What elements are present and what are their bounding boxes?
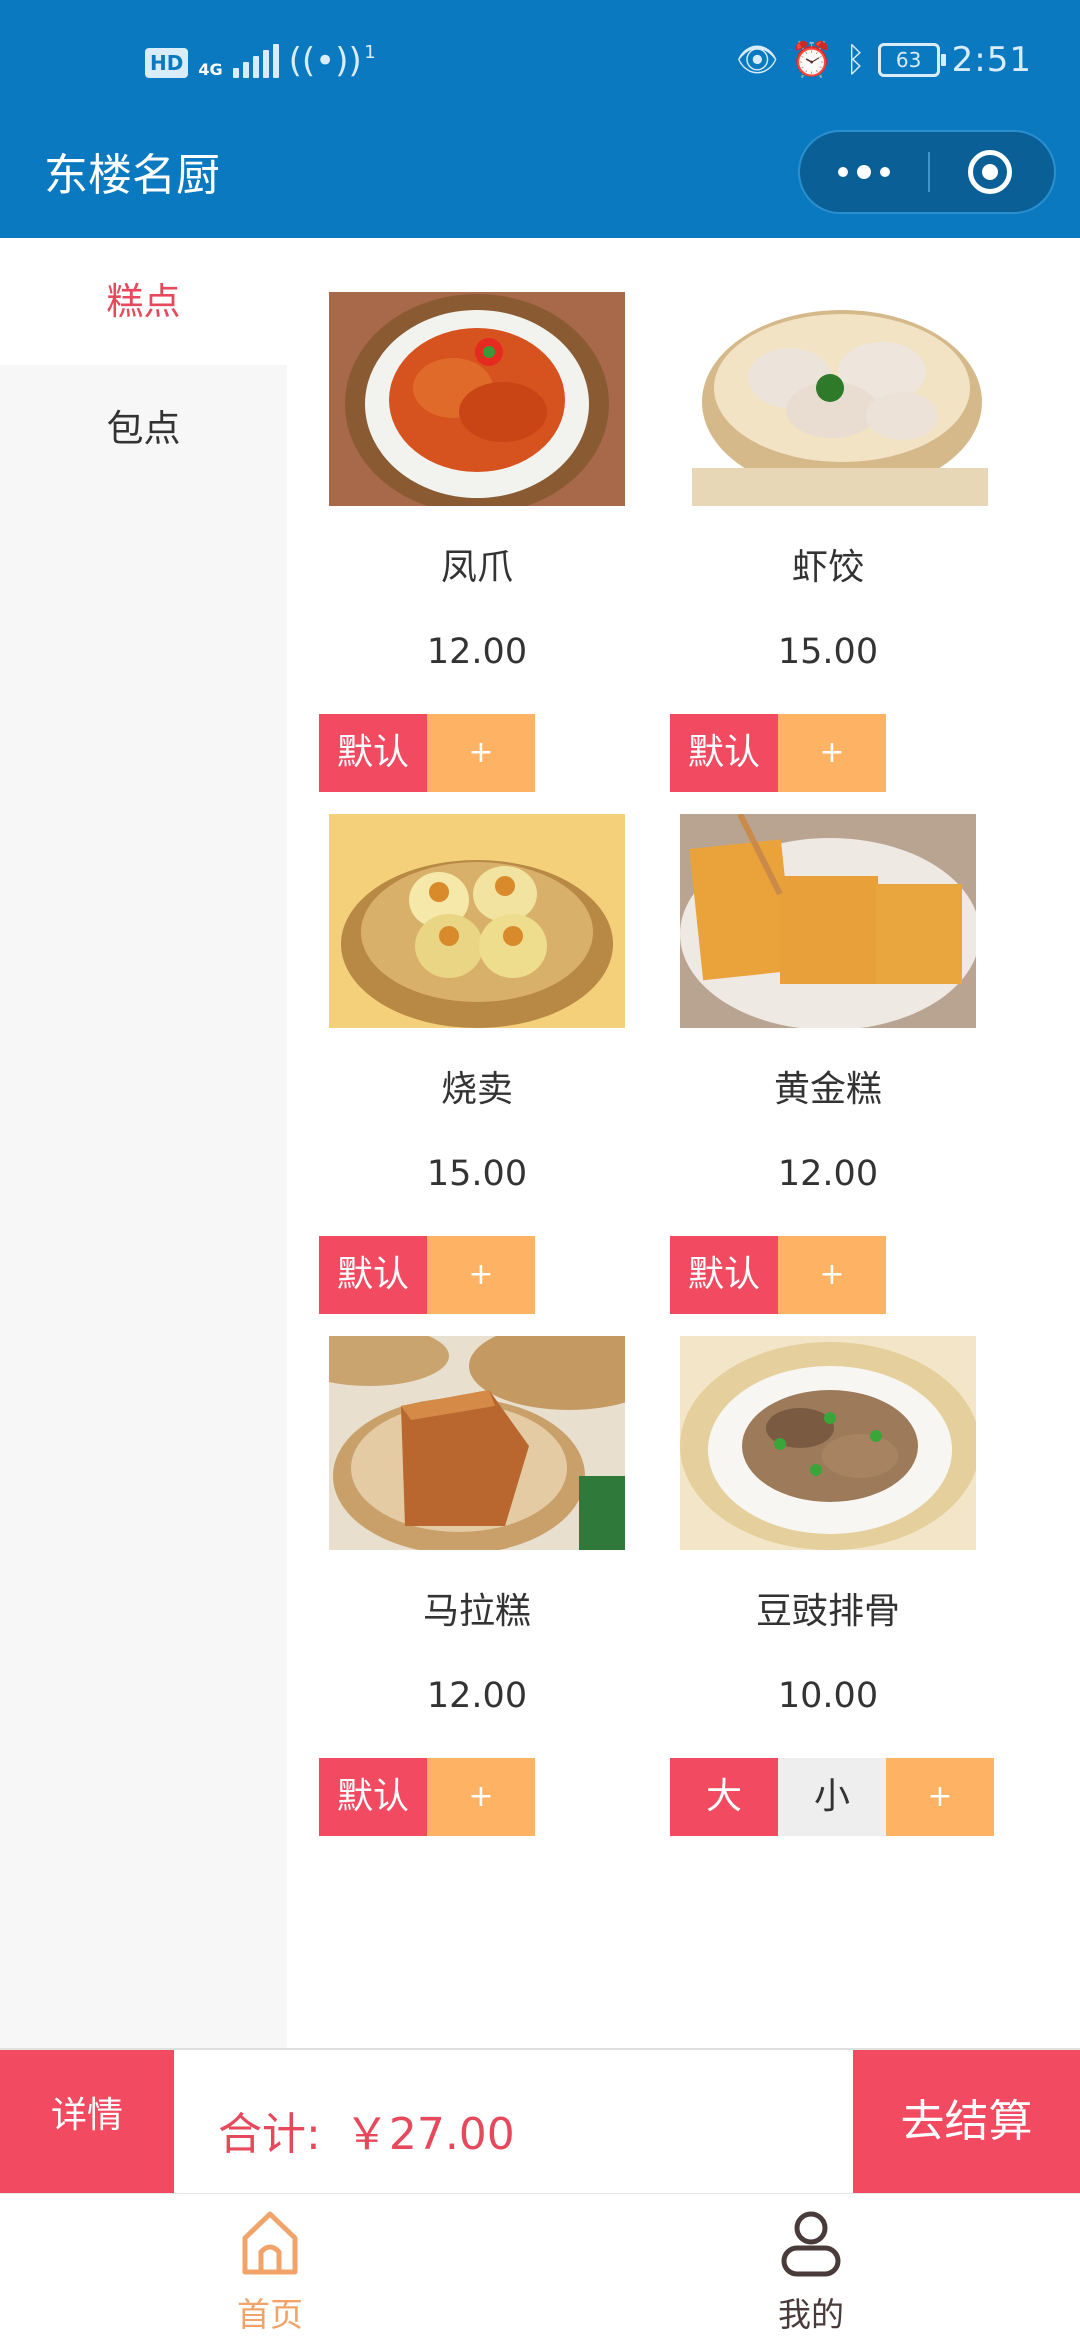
- add-to-cart-button[interactable]: +: [427, 714, 535, 792]
- more-dot-icon: [857, 165, 871, 179]
- home-icon: [242, 2211, 298, 2275]
- option-default-button[interactable]: 默认: [670, 714, 778, 792]
- detail-button[interactable]: 详情: [0, 2050, 174, 2193]
- product-image-malay-cake: [329, 1336, 625, 1550]
- close-target-icon[interactable]: [968, 150, 1012, 194]
- add-to-cart-button[interactable]: +: [427, 1236, 535, 1314]
- option-default-button[interactable]: 默认: [319, 1236, 427, 1314]
- tab-home-label: 首页: [237, 2295, 303, 2334]
- status-bar: HD 4G ((•)) 1 👁 ⏰ ᛒ 63 2:51: [0, 0, 1080, 135]
- product-price: 15.00: [426, 1154, 528, 1194]
- user-icon: [781, 2211, 841, 2277]
- status-right: 👁 ⏰ ᛒ 63 2:51: [736, 40, 1032, 80]
- option-default-button[interactable]: 默认: [319, 714, 427, 792]
- product-name: 凤爪: [440, 547, 513, 588]
- add-to-cart-button[interactable]: +: [886, 1758, 994, 1836]
- product-options: 默认 +: [670, 714, 886, 792]
- hotspot-count: 1: [364, 42, 376, 63]
- tab-bar: 首页 我的: [0, 2193, 1080, 2341]
- option-default-button[interactable]: 默认: [670, 1236, 778, 1314]
- checkout-button[interactable]: 去结算: [853, 2050, 1080, 2193]
- product-price: 12.00: [777, 1154, 879, 1194]
- add-to-cart-button[interactable]: +: [427, 1758, 535, 1836]
- hotspot-icon: ((•)) 1: [289, 42, 376, 78]
- option-default-button[interactable]: 默认: [319, 1758, 427, 1836]
- battery-indicator: 63: [877, 43, 946, 77]
- total-label: 合计:: [218, 2109, 321, 2160]
- product-image-spare-ribs: [680, 1336, 976, 1550]
- sidebar-item-cakes[interactable]: 糕点: [0, 238, 287, 365]
- product-card: 虾饺 15.00 默认 +: [670, 292, 1000, 812]
- product-image-chicken-feet: [329, 292, 625, 506]
- network-type: 4G: [198, 60, 223, 79]
- product-options: 大 小 +: [670, 1758, 994, 1836]
- sidebar-item-buns[interactable]: 包点: [0, 365, 287, 492]
- product-name: 马拉糕: [422, 1591, 531, 1632]
- product-options: 默认 +: [319, 714, 535, 792]
- product-options: 默认 +: [670, 1236, 886, 1314]
- product-card: 黄金糕 12.00 默认 +: [670, 814, 1000, 1334]
- clock: 2:51: [951, 40, 1032, 80]
- category-sidebar: 糕点 包点: [0, 238, 287, 2048]
- product-price: 12.00: [426, 632, 528, 672]
- tab-mine-label: 我的: [778, 2295, 844, 2334]
- tab-mine[interactable]: 我的: [711, 2208, 911, 2336]
- product-card: 马拉糕 12.00 默认 +: [319, 1336, 649, 1856]
- page-title: 东楼名厨: [44, 150, 220, 201]
- product-name: 豆豉排骨: [755, 1591, 900, 1632]
- total-value: ￥27.00: [344, 2109, 515, 2160]
- status-left: HD 4G ((•)) 1: [145, 42, 376, 79]
- add-to-cart-button[interactable]: +: [778, 1236, 886, 1314]
- mini-program-capsule: [798, 130, 1056, 214]
- product-card: 凤爪 12.00 默认 +: [319, 292, 649, 812]
- alarm-icon: ⏰: [790, 40, 834, 80]
- product-price: 12.00: [426, 1676, 528, 1716]
- tab-home[interactable]: 首页: [170, 2208, 370, 2336]
- product-card: 豆豉排骨 10.00 大 小 +: [670, 1336, 1000, 1856]
- product-card: 烧卖 15.00 默认 +: [319, 814, 649, 1334]
- product-image-golden-cake: [680, 814, 976, 1028]
- top-bar: HD 4G ((•)) 1 👁 ⏰ ᛒ 63 2:51 东楼名厨: [0, 0, 1080, 238]
- option-large-button[interactable]: 大: [670, 1758, 778, 1836]
- eye-icon: 👁: [735, 40, 779, 80]
- hd-badge: HD: [145, 48, 189, 78]
- more-dot-icon: [838, 167, 848, 177]
- product-image-siu-mai: [329, 814, 625, 1028]
- option-small-button[interactable]: 小: [778, 1758, 886, 1836]
- product-name: 黄金糕: [773, 1069, 882, 1110]
- product-name: 虾饺: [791, 547, 864, 588]
- more-menu-button[interactable]: [800, 132, 928, 212]
- product-image-shrimp-dumpling: [692, 292, 988, 506]
- product-name: 烧卖: [440, 1069, 513, 1110]
- order-total: 合计: ￥27.00: [218, 2098, 515, 2162]
- product-price: 15.00: [777, 632, 879, 672]
- product-options: 默认 +: [319, 1236, 535, 1314]
- capsule-divider: [928, 152, 930, 192]
- add-to-cart-button[interactable]: +: [778, 714, 886, 792]
- bluetooth-icon: ᛒ: [845, 40, 866, 80]
- product-options: 默认 +: [319, 1758, 535, 1836]
- signal-icon: [232, 44, 279, 78]
- product-price: 10.00: [777, 1676, 879, 1716]
- checkout-bar: 详情 合计: ￥27.00 去结算: [0, 2048, 1080, 2193]
- more-dot-icon: [880, 167, 890, 177]
